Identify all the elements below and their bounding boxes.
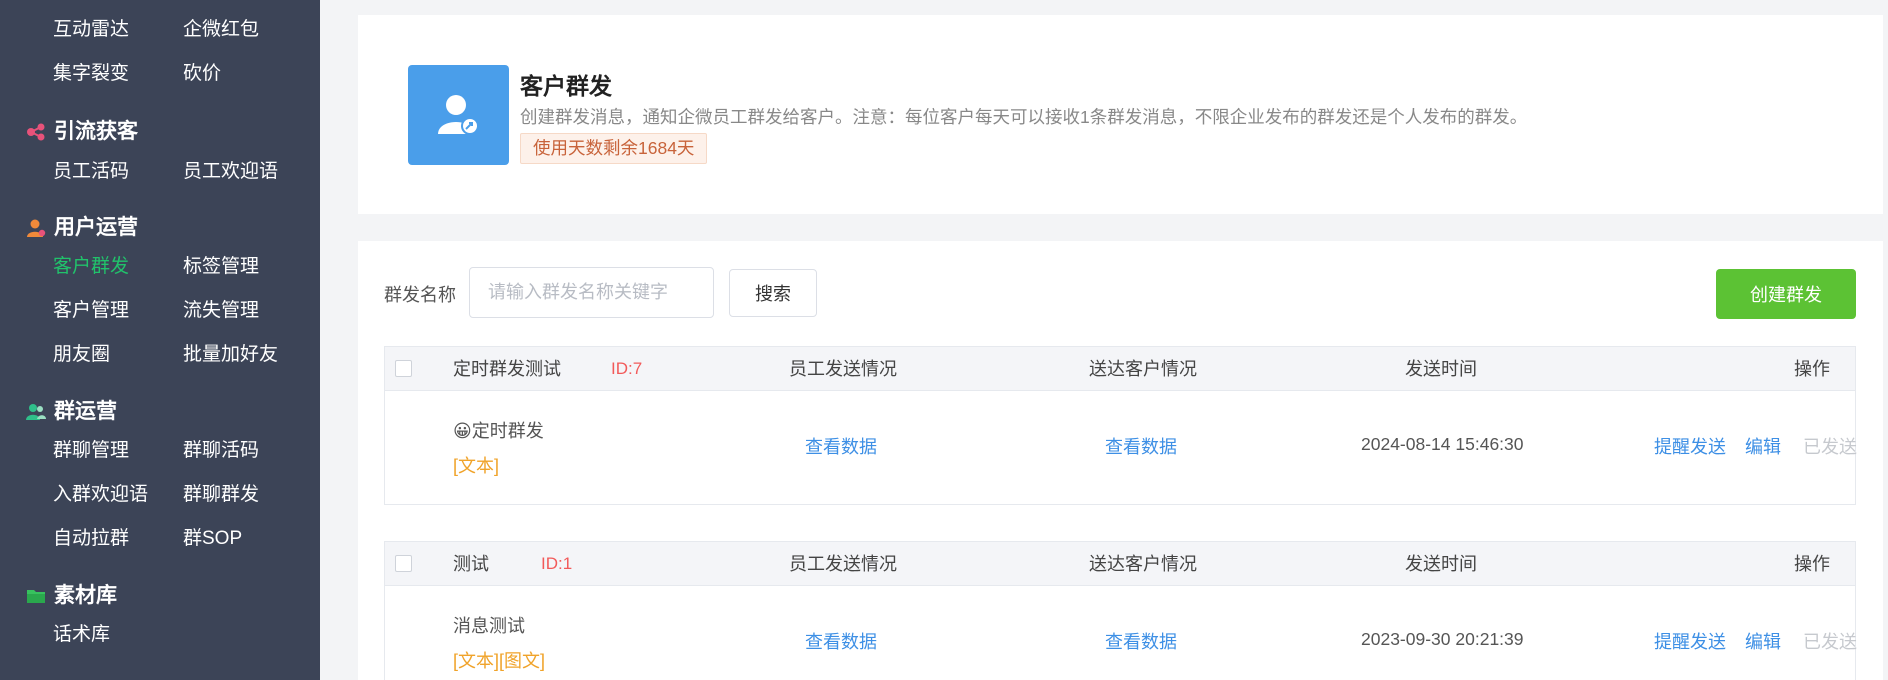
message-text: 定时群发 [471, 421, 544, 441]
sidebar-item-bulk-add-friends[interactable]: 批量加好友 [183, 343, 313, 367]
main-card: 群发名称 搜索 创建群发 定时群发测试 ID:7 员工发送情况 送达客户情况 发… [358, 241, 1883, 680]
staff-view-data-link[interactable]: 查看数据 [805, 433, 877, 459]
sidebar-row: 自动拉群 群SOP [53, 527, 313, 551]
message-text: 消息测试 [453, 616, 525, 636]
sidebar-row: 群聊管理 群聊活码 [53, 439, 313, 463]
record-checkbox[interactable] [395, 360, 412, 377]
broadcast-record: 测试 ID:1 员工发送情况 送达客户情况 发送时间 操作 消息测试 [文本][… [384, 541, 1857, 680]
sidebar-item-customer-broadcast[interactable]: 客户群发 [53, 255, 183, 279]
broadcast-record: 定时群发测试 ID:7 员工发送情况 送达客户情况 发送时间 操作 😀定时群发 … [384, 346, 1857, 505]
sidebar-row: 话术库 [53, 623, 313, 647]
share-nodes-icon [26, 122, 46, 142]
broadcast-name-label: 群发名称 [384, 285, 456, 305]
sent-status: 已发送 [1803, 632, 1857, 652]
sidebar-row: 互动雷达 企微红包 [53, 18, 313, 42]
sent-status: 已发送 [1803, 437, 1857, 457]
group-icon [26, 402, 46, 422]
page-description: 创建群发消息，通知企微员工群发给客户。注意：每位客户每天可以接收1条群发消息，不… [520, 107, 1528, 127]
section-header-user-ops[interactable]: 用户运营 [26, 215, 138, 241]
sidebar-item-wecom-red-packet[interactable]: 企微红包 [183, 18, 313, 42]
customer-view-data-link[interactable]: 查看数据 [1105, 433, 1177, 459]
user-share-icon [408, 65, 509, 165]
operations-column-header: 操作 [1794, 359, 1830, 379]
sidebar-item-interaction-radar[interactable]: 互动雷达 [53, 18, 183, 42]
customer-delivery-column-header: 送达客户情况 [1089, 554, 1197, 574]
folder-icon [26, 586, 46, 606]
sidebar-row: 入群欢迎语 群聊群发 [53, 483, 313, 507]
header-card: 客户群发 创建群发消息，通知企微员工群发给客户。注意：每位客户每天可以接收1条群… [358, 15, 1883, 214]
user-icon [26, 218, 46, 238]
sidebar-item-tag-management[interactable]: 标签管理 [183, 255, 313, 279]
sidebar-row: 客户管理 流失管理 [53, 299, 313, 323]
edit-link[interactable]: 编辑 [1745, 433, 1781, 459]
staff-send-column-header: 员工发送情况 [789, 359, 897, 379]
sidebar-item-bargain[interactable]: 砍价 [183, 62, 313, 86]
message-type-tags: [文本][图文] [453, 651, 546, 671]
sidebar-row: 集字裂变 砍价 [53, 62, 313, 86]
section-header-materials[interactable]: 素材库 [26, 583, 117, 609]
sidebar-item-script-library[interactable]: 话术库 [53, 623, 199, 647]
send-time: 2023-09-30 20:21:39 [1361, 629, 1524, 649]
sidebar-item-group-chat-management[interactable]: 群聊管理 [53, 439, 183, 463]
record-id: ID:1 [541, 554, 573, 573]
sidebar-item-customer-management[interactable]: 客户管理 [53, 299, 183, 323]
section-title: 素材库 [54, 584, 117, 607]
send-time: 2024-08-14 15:46:30 [1361, 434, 1524, 454]
sidebar-row: 客户群发 标签管理 [53, 255, 313, 279]
staff-send-column-header: 员工发送情况 [789, 554, 897, 574]
record-checkbox[interactable] [395, 555, 412, 572]
section-title: 群运营 [54, 400, 117, 423]
sidebar-row: 员工活码 员工欢迎语 [53, 160, 313, 184]
sidebar-item-staff-welcome[interactable]: 员工欢迎语 [183, 160, 313, 184]
sidebar-item-group-sop[interactable]: 群SOP [183, 527, 313, 551]
sidebar-item-staff-qrcode[interactable]: 员工活码 [53, 160, 183, 184]
customer-delivery-column-header: 送达客户情况 [1089, 359, 1197, 379]
section-header-acquisition[interactable]: 引流获客 [26, 119, 138, 145]
staff-view-data-link[interactable]: 查看数据 [805, 628, 877, 654]
sidebar-item-group-chat-qrcode[interactable]: 群聊活码 [183, 439, 313, 463]
operations-column-header: 操作 [1794, 554, 1830, 574]
section-header-group-ops[interactable]: 群运营 [26, 399, 117, 425]
remaining-days-badge: 使用天数剩余1684天 [520, 133, 708, 164]
create-broadcast-button[interactable]: 创建群发 [1716, 269, 1856, 319]
edit-link[interactable]: 编辑 [1745, 628, 1781, 654]
send-time-column-header: 发送时间 [1405, 359, 1477, 379]
sidebar-item-churn-management[interactable]: 流失管理 [183, 299, 313, 323]
record-header: 测试 ID:1 员工发送情况 送达客户情况 发送时间 操作 [385, 542, 1855, 586]
record-name: 定时群发测试 [453, 359, 561, 379]
search-button[interactable]: 搜索 [729, 269, 817, 317]
remind-send-link[interactable]: 提醒发送 [1654, 433, 1726, 459]
send-time-column-header: 发送时间 [1405, 554, 1477, 574]
section-title: 引流获客 [54, 120, 138, 143]
sidebar-item-group-broadcast[interactable]: 群聊群发 [183, 483, 313, 507]
sidebar-item-group-welcome[interactable]: 入群欢迎语 [53, 483, 183, 507]
page-title: 客户群发 [520, 73, 612, 99]
sidebar-row: 朋友圈 批量加好友 [53, 343, 313, 367]
section-title: 用户运营 [54, 216, 138, 239]
remind-send-link[interactable]: 提醒发送 [1654, 628, 1726, 654]
sidebar-item-auto-group[interactable]: 自动拉群 [53, 527, 183, 551]
sidebar-item-moments[interactable]: 朋友圈 [53, 343, 183, 367]
customer-view-data-link[interactable]: 查看数据 [1105, 628, 1177, 654]
message-type-tags: [文本] [453, 456, 500, 476]
record-id: ID:7 [611, 359, 643, 378]
message-content: 😀定时群发 [453, 417, 544, 443]
broadcast-name-search-input[interactable] [469, 267, 714, 318]
record-name: 测试 [453, 554, 489, 574]
record-header: 定时群发测试 ID:7 员工发送情况 送达客户情况 发送时间 操作 [385, 347, 1855, 391]
sidebar-item-word-fission[interactable]: 集字裂变 [53, 62, 183, 86]
smile-emoji-icon: 😀 [453, 421, 472, 441]
sidebar: 互动雷达 企微红包 集字裂变 砍价 引流获客 员工活码 员工欢迎语 用户运营 客… [0, 0, 320, 680]
